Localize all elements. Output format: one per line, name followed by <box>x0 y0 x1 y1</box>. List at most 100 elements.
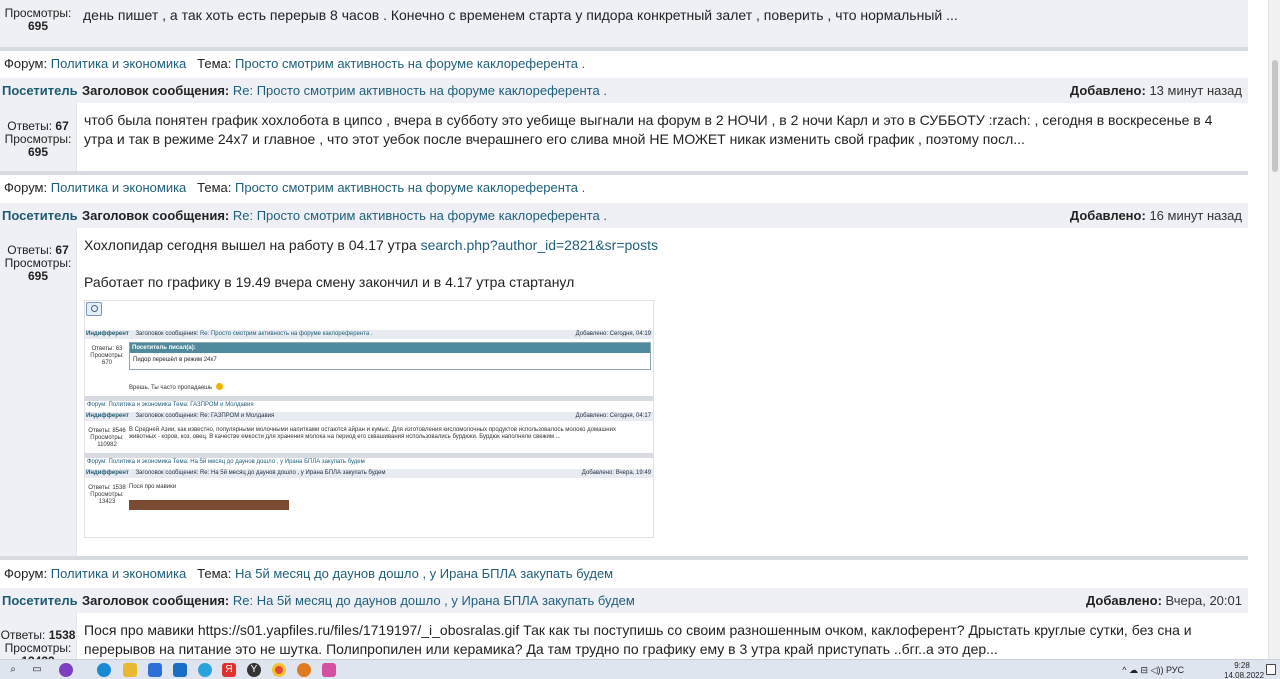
telegram-icon[interactable] <box>198 663 212 677</box>
forum-label: Форум: <box>4 180 48 195</box>
topic-label: Тема: <box>197 56 232 71</box>
added-value: Вчера, 20:01 <box>1165 593 1242 608</box>
post-body: Ответы: 1538 Просмотры: 13423 Пося про м… <box>0 613 1248 659</box>
zoom-icon[interactable] <box>86 302 102 316</box>
post-message: день пишет , а так хоть есть перерыв 8 ч… <box>83 7 958 23</box>
forum-topic-line: Форум: Политика и экономика Тема: Просто… <box>0 175 1248 201</box>
store-icon[interactable] <box>148 663 162 677</box>
post-header: Посетитель Заголовок сообщения: Re: Прос… <box>0 78 1248 103</box>
yandex-browser-icon[interactable]: Y <box>247 663 261 677</box>
embed-text: В Средней Азии, как известно, популярным… <box>129 427 616 440</box>
replies-count: 67 <box>55 243 69 257</box>
smile-icon <box>216 383 223 390</box>
post-content: Пося про мавики https://s01.yapfiles.ru/… <box>76 613 1248 659</box>
clock-date: 14.08.2022 <box>1224 671 1265 679</box>
embed-date: Добавлено: Сегодня, 04:19 <box>575 331 651 337</box>
embed-views: Просмотры: <box>90 492 124 498</box>
forum-search-results: Просмотры: 695 день пишет , а так хоть е… <box>0 0 1268 659</box>
task-view-icon[interactable]: ▭ <box>30 663 44 677</box>
post-author[interactable]: Посетитель <box>2 588 78 613</box>
topic-link[interactable]: Просто смотрим активность на форуме какл… <box>235 56 585 71</box>
views-count: 695 <box>27 19 49 33</box>
app-icon[interactable] <box>59 663 73 677</box>
post-subject: Заголовок сообщения: Re: Просто смотрим … <box>82 203 607 228</box>
forum-topic-line: Форум: Политика и экономика Тема: На 5й … <box>0 561 1248 587</box>
forum-link[interactable]: Политика и экономика <box>51 566 187 581</box>
app-icon[interactable] <box>322 663 336 677</box>
embed-post-header: Индифферент Заголовок сообщения: Re: ГАЗ… <box>85 412 653 421</box>
embed-reply: Врешь. Ты часто пропадаешь <box>129 385 213 391</box>
post-stats: Ответы: 67 Просмотры: 695 <box>0 120 76 159</box>
embedded-screenshot[interactable]: Индифферент Заголовок сообщения: Re: Про… <box>84 300 654 538</box>
subject-link[interactable]: Re: На 5й месяц до даунов дошло , у Иран… <box>233 593 635 608</box>
subject-label: Заголовок сообщения: <box>82 593 230 608</box>
post-content: чтоб была понятен график хохлобота в цип… <box>76 103 1248 171</box>
replies-count: 67 <box>55 119 69 133</box>
post-message: чтоб была понятен график хохлобота в цип… <box>84 112 1213 147</box>
mail-icon[interactable] <box>173 663 187 677</box>
embed-quote-body: Пидор перешёл в режим 24х7 <box>133 357 217 363</box>
post-body: Ответы: 67 Просмотры: 695 Хохлопидар сег… <box>0 228 1248 556</box>
post-stats: Ответы: 1538 Просмотры: 13423 <box>0 628 76 660</box>
embed-post-header: Индифферент Заголовок сообщения: Re: Про… <box>85 330 653 339</box>
post-date: Добавлено: 13 минут назад <box>1070 78 1242 103</box>
embed-author: Индифферент <box>86 413 129 419</box>
post-author[interactable]: Посетитель <box>2 78 78 103</box>
post-subject: Заголовок сообщения: Re: Просто смотрим … <box>82 78 607 103</box>
embed-post-header: Индифферент Заголовок сообщения: Re: На … <box>85 469 653 478</box>
vertical-scrollbar[interactable] <box>1268 0 1280 659</box>
topic-label: Тема: <box>197 566 232 581</box>
subject-label: Заголовок сообщения: <box>82 83 230 98</box>
post-header: Посетитель Заголовок сообщения: Re: Прос… <box>0 203 1248 228</box>
subject-label: Заголовок сообщения: <box>82 208 230 223</box>
clock[interactable]: 9:28 14.08.2022 <box>1224 661 1265 679</box>
embed-views-count: 110982 <box>97 442 117 448</box>
embed-views: Просмотры: 670 <box>90 353 124 366</box>
clock-time: 9:28 <box>1234 661 1250 670</box>
subject-link[interactable]: Re: Просто смотрим активность на форуме … <box>233 208 607 223</box>
yandex-icon[interactable]: Я <box>222 663 236 677</box>
replies-label: Ответы: <box>0 628 46 642</box>
post-stats: Просмотры: 695 <box>0 7 76 33</box>
edge-icon[interactable] <box>97 663 111 677</box>
replies-count: 1538 <box>48 628 76 642</box>
post-date: Добавлено: Вчера, 20:01 <box>1086 588 1242 613</box>
replies-label: Ответы: <box>7 243 53 257</box>
post-message-line: Работает по графику в 19.49 вчера смену … <box>84 274 575 290</box>
embed-forum-line: Форум: Политика и экономика Тема: На 5й … <box>87 459 365 465</box>
embed-separator <box>85 396 653 401</box>
embed-author: Индифферент <box>86 470 129 476</box>
topic-label: Тема: <box>197 180 232 195</box>
forum-link[interactable]: Политика и экономика <box>51 56 187 71</box>
chrome-icon[interactable] <box>272 663 286 677</box>
post-body: Ответы: 67 Просмотры: 695 чтоб была поня… <box>0 103 1248 171</box>
message-text: Хохлопидар сегодня вышел на работу в 04.… <box>84 237 417 253</box>
post-header: Посетитель Заголовок сообщения: Re: На 5… <box>0 588 1248 613</box>
embed-date: Добавлено: Сегодня, 04:17 <box>575 413 651 419</box>
embed-subject-label: Заголовок сообщения: <box>135 331 199 337</box>
scrollbar-thumb[interactable] <box>1272 60 1278 172</box>
embed-author: Индифферент <box>86 331 129 337</box>
added-value: 16 минут назад <box>1149 208 1242 223</box>
post-author[interactable]: Посетитель <box>2 203 78 228</box>
windows-taskbar: ⌕ ▭ Я Y ^ ☁ ⊟ ◁)) РУС 9:28 14.08.2022 <box>0 659 1280 679</box>
file-explorer-icon[interactable] <box>123 663 137 677</box>
embed-views-count: 13423 <box>98 499 116 505</box>
app-icon[interactable] <box>297 663 311 677</box>
post-message: Хохлопидар сегодня вышел на работу в 04.… <box>84 236 1240 255</box>
notification-icon[interactable] <box>1266 664 1276 675</box>
embed-quote-head: Посетитель писал(а): <box>130 343 650 353</box>
added-label: Добавлено: <box>1086 593 1162 608</box>
topic-link[interactable]: На 5й месяц до даунов дошло , у Ирана БП… <box>235 566 613 581</box>
tray-symbols[interactable]: ^ ☁ ⊟ ◁)) РУС <box>1122 665 1184 675</box>
search-icon[interactable]: ⌕ <box>6 663 20 677</box>
forum-topic-line: Форум: Политика и экономика Тема: Просто… <box>0 51 1248 77</box>
embed-photo <box>129 500 289 510</box>
embed-replies: Ответы: 63 <box>91 346 123 352</box>
subject-link[interactable]: Re: Просто смотрим активность на форуме … <box>233 83 607 98</box>
topic-link[interactable]: Просто смотрим активность на форуме какл… <box>235 180 585 195</box>
forum-link[interactable]: Политика и экономика <box>51 180 187 195</box>
message-link[interactable]: search.php?author_id=2821&sr=posts <box>421 237 658 253</box>
forum-label: Форум: <box>4 566 48 581</box>
embed-replies: Ответы: 8546 <box>88 428 126 434</box>
